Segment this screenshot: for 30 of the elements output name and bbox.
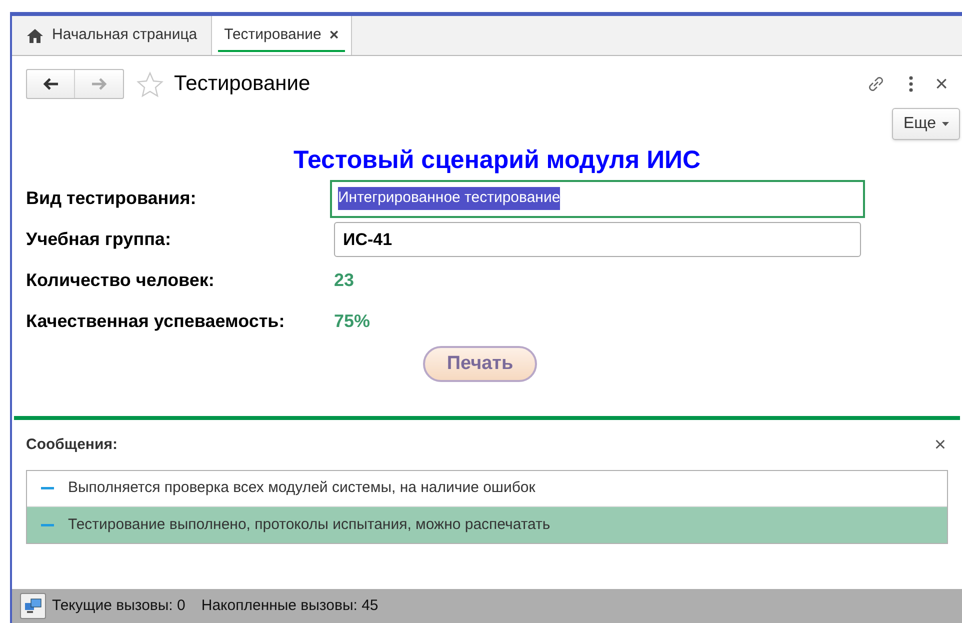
accumulated-calls-text: Накопленные вызовы: 45	[201, 596, 378, 616]
dash-icon	[41, 524, 54, 526]
input-field[interactable]: ИС-41	[334, 222, 861, 257]
star-icon[interactable]	[136, 70, 164, 98]
field-label: Количество человек:	[26, 269, 216, 292]
caret-icon	[942, 122, 949, 126]
input-field[interactable]: Интегрированное тестирование	[330, 180, 865, 218]
dash-icon	[41, 487, 54, 490]
home-icon	[26, 28, 44, 44]
print-button[interactable]: Печать	[422, 346, 538, 382]
back-arrow-icon	[42, 78, 58, 90]
close-button[interactable]: ×	[934, 435, 946, 455]
field-label: Качественная успеваемость:	[26, 310, 286, 333]
tab[interactable]: Начальная страница	[12, 16, 212, 55]
current-calls-text: Текущие вызовы: 0	[52, 596, 186, 616]
message-row[interactable]: Тестирование выполнено, протоколы испытания, можно распечатать	[27, 507, 947, 543]
tab[interactable]: Тестирование ×	[211, 16, 352, 55]
field-value: 75%	[334, 310, 370, 333]
field-label: Вид тестирования:	[26, 187, 198, 210]
more-icon[interactable]	[909, 76, 914, 92]
close-button[interactable]: ×	[935, 73, 948, 95]
forward-arrow-icon	[91, 78, 107, 90]
more-button[interactable]: Еще	[892, 108, 960, 140]
field-label: Учебная группа:	[26, 228, 172, 251]
form-heading: Тестовый сценарий модуля ИИС	[292, 145, 702, 176]
field-value: 23	[334, 269, 354, 292]
messages-title: Сообщения:	[26, 434, 118, 455]
close-button[interactable]: ×	[329, 24, 339, 48]
computers-icon[interactable]	[20, 593, 46, 619]
form-title: Тестирование	[174, 71, 310, 98]
